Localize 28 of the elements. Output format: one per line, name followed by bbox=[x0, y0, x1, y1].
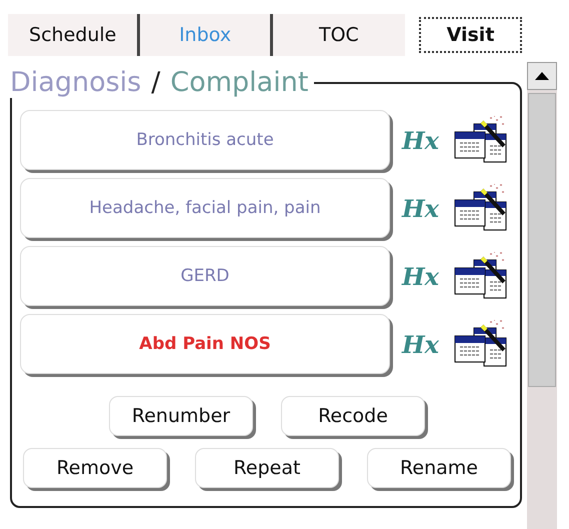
action-button[interactable]: Rename bbox=[367, 448, 511, 488]
windows-wand-icon[interactable] bbox=[452, 116, 508, 164]
diagnosis-button[interactable]: GERD bbox=[20, 246, 390, 306]
panel-title: / bbox=[151, 68, 160, 98]
tab[interactable]: TOC bbox=[272, 14, 406, 56]
history-link[interactable]: Hx bbox=[402, 194, 452, 222]
tab[interactable]: Visit bbox=[419, 17, 522, 53]
diagnosis-button[interactable]: Abd Pain NOS bbox=[20, 314, 390, 374]
action-button[interactable]: Remove bbox=[23, 448, 167, 488]
windows-wand-icon[interactable] bbox=[452, 252, 508, 300]
scroll-thumb[interactable] bbox=[528, 93, 556, 387]
tab[interactable]: Inbox bbox=[140, 14, 273, 56]
diagnosis-button[interactable]: Bronchitis acute bbox=[20, 110, 390, 170]
panel-title: Complaint bbox=[170, 68, 308, 98]
action-button[interactable]: Renumber bbox=[109, 396, 253, 436]
action-button[interactable]: Recode bbox=[281, 396, 425, 436]
history-link[interactable]: Hx bbox=[402, 126, 452, 154]
history-link[interactable]: Hx bbox=[402, 330, 452, 358]
history-link[interactable]: Hx bbox=[402, 262, 452, 290]
tab[interactable]: Schedule bbox=[8, 14, 140, 56]
diagnosis-button[interactable]: Headache, facial pain, pain bbox=[20, 178, 390, 238]
up-arrow-icon bbox=[535, 72, 549, 80]
panel-title: Diagnosis bbox=[10, 68, 142, 98]
scrollbar[interactable] bbox=[527, 62, 557, 529]
scroll-up-button[interactable] bbox=[527, 62, 557, 90]
windows-wand-icon[interactable] bbox=[452, 320, 508, 368]
windows-wand-icon[interactable] bbox=[452, 184, 508, 232]
action-button[interactable]: Repeat bbox=[195, 448, 339, 488]
